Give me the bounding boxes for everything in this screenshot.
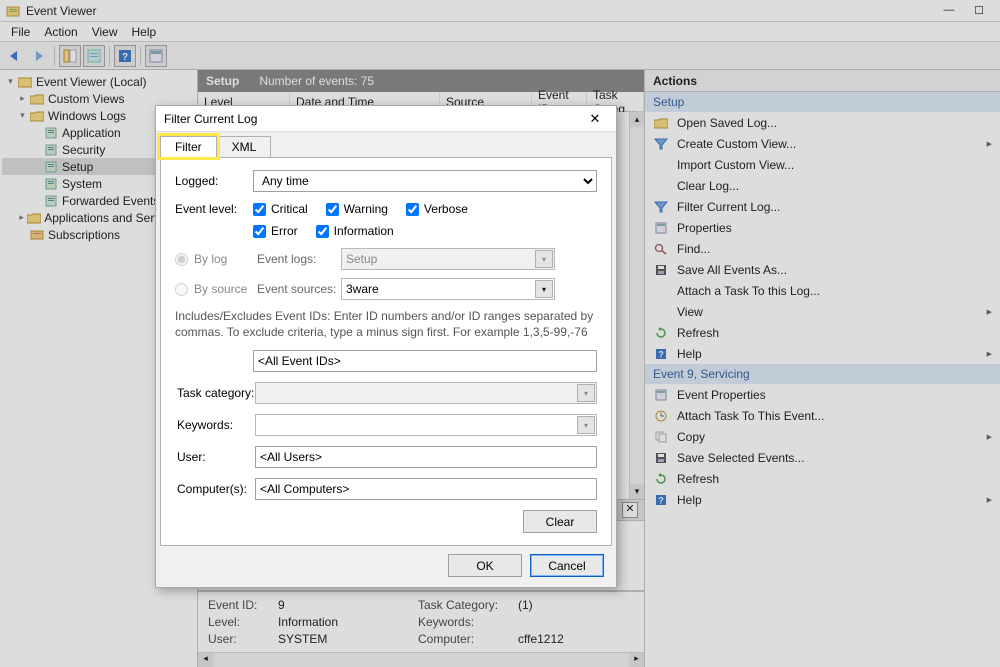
information-checkbox[interactable]: Information [316, 224, 394, 238]
tab-filter[interactable]: Filter [160, 136, 217, 157]
bylog-radio: By log [175, 252, 255, 266]
dialog-close-button[interactable]: ✕ [582, 111, 608, 127]
ok-button[interactable]: OK [448, 554, 522, 577]
eventlogs-combo: Setup▾ [341, 248, 555, 270]
eventlogs-label: Event logs: [257, 252, 341, 266]
cancel-button[interactable]: Cancel [530, 554, 604, 577]
keywords-combo[interactable]: ▾ [255, 414, 597, 436]
user-input[interactable] [255, 446, 597, 468]
critical-checkbox[interactable]: Critical [253, 202, 308, 216]
tab-xml[interactable]: XML [217, 136, 272, 157]
keywords-label: Keywords: [177, 418, 255, 432]
computers-input[interactable] [255, 478, 597, 500]
filter-dialog: Filter Current Log ✕ Filter XML Logged: … [155, 105, 617, 588]
dialog-titlebar: Filter Current Log ✕ [156, 106, 616, 132]
chevron-down-icon: ▾ [577, 384, 595, 402]
bysource-radio: By source [175, 282, 255, 296]
filter-tab-body: Logged: Any time Event level: Critical W… [160, 157, 612, 546]
taskcategory-combo[interactable]: ▾ [255, 382, 597, 404]
chevron-down-icon: ▾ [535, 250, 553, 268]
warning-checkbox[interactable]: Warning [326, 202, 388, 216]
logged-label: Logged: [175, 174, 253, 188]
eventids-input[interactable] [253, 350, 597, 372]
error-checkbox[interactable]: Error [253, 224, 298, 238]
verbose-checkbox[interactable]: Verbose [406, 202, 468, 216]
eventids-note: Includes/Excludes Event IDs: Enter ID nu… [175, 308, 597, 340]
logged-select[interactable]: Any time [253, 170, 597, 192]
eventsources-combo[interactable]: 3ware▾ [341, 278, 555, 300]
eventlevel-label: Event level: [175, 202, 253, 216]
user-label: User: [177, 450, 255, 464]
chevron-down-icon: ▾ [577, 416, 595, 434]
computers-label: Computer(s): [177, 482, 255, 496]
dialog-title: Filter Current Log [164, 112, 257, 126]
clear-button[interactable]: Clear [523, 510, 597, 533]
chevron-down-icon: ▾ [535, 280, 553, 298]
eventsources-label: Event sources: [257, 282, 341, 296]
taskcat-label: Task category: [177, 386, 255, 400]
